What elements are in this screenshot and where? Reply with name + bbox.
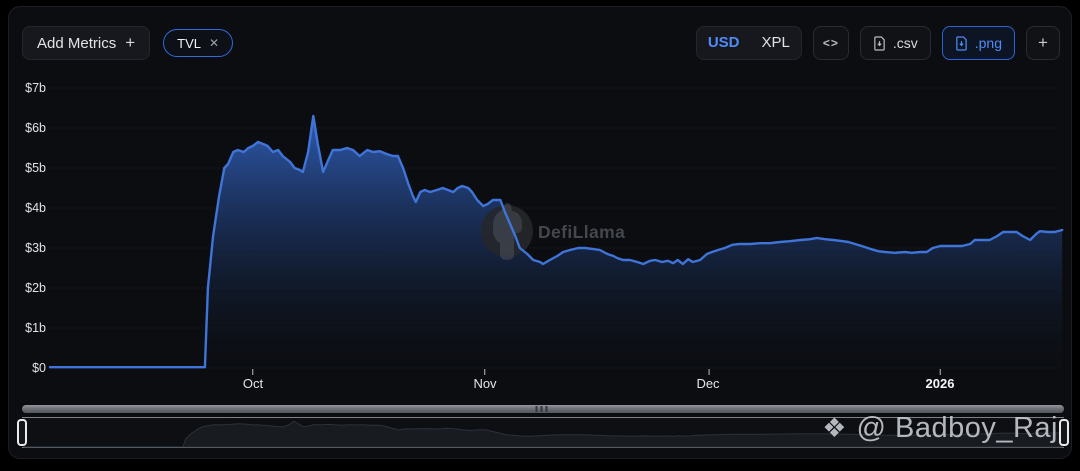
currency-option-xpl[interactable]: XPL — [751, 27, 801, 59]
toolbar-left: Add Metrics + TVL ✕ — [22, 26, 234, 60]
toolbar-right: USD XPL <> .csv .png + — [695, 26, 1060, 60]
plus-icon: + — [1038, 33, 1048, 52]
currency-option-usd[interactable]: USD — [697, 27, 751, 59]
brush-handle-right[interactable] — [1059, 419, 1069, 446]
file-icon — [874, 35, 885, 51]
defillama-chart-screen: DefiLlama Add Metrics + TVL ✕ USD XPL <> — [0, 0, 1080, 471]
download-png-button[interactable]: .png — [941, 26, 1015, 60]
add-metrics-label: Add Metrics — [37, 34, 117, 52]
tvl-area — [50, 116, 1063, 368]
metric-pill-tvl[interactable]: TVL ✕ — [163, 29, 234, 57]
x-axis-ticks — [252, 369, 941, 375]
y-tick-3b: $3b — [25, 241, 46, 255]
y-tick-6b: $6b — [25, 121, 46, 135]
y-tick-1b: $1b — [25, 321, 46, 335]
x-tick-dec: Dec — [696, 376, 720, 391]
x-tick-oct: Oct — [242, 376, 264, 391]
download-csv-button[interactable]: .csv — [859, 26, 931, 60]
metric-pill-label: TVL — [177, 35, 201, 51]
y-tick-2b: $2b — [25, 281, 46, 295]
y-tick-7b: $7b — [25, 81, 46, 95]
y-tick-5b: $5b — [25, 161, 46, 175]
y-tick-0: $0 — [32, 361, 46, 375]
defillama-watermark-text: DefiLlama — [538, 222, 625, 242]
code-icon: <> — [822, 36, 839, 50]
plus-icon: + — [125, 33, 136, 52]
add-chart-button[interactable]: + — [1026, 26, 1060, 60]
csv-label: .csv — [892, 35, 918, 51]
y-tick-4b: $4b — [25, 201, 46, 215]
currency-toggle: USD XPL — [695, 26, 802, 60]
png-label: .png — [974, 35, 1002, 51]
close-icon[interactable]: ✕ — [209, 36, 219, 50]
mini-area — [23, 420, 1063, 448]
x-tick-nov: Nov — [473, 376, 497, 391]
brush-handle-left[interactable] — [17, 419, 27, 446]
add-metrics-button[interactable]: Add Metrics + — [22, 26, 151, 60]
file-icon — [956, 35, 967, 51]
x-tick-2026: 2026 — [925, 376, 955, 391]
tvl-chart-plot[interactable]: DefiLlama — [0, 0, 1080, 471]
embed-code-button[interactable]: <> — [812, 26, 849, 60]
